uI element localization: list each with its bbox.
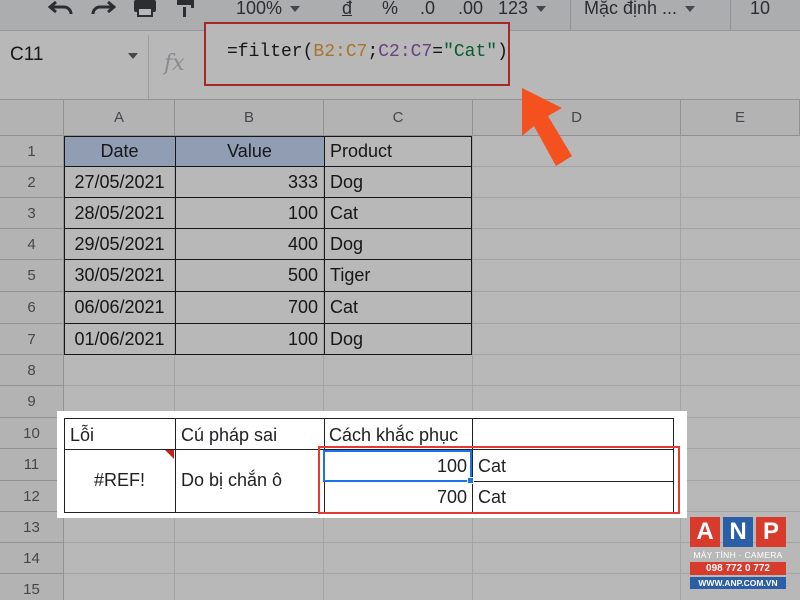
formula-range-ref: B2:C7 — [313, 42, 368, 62]
row-header[interactable]: 3 — [0, 198, 64, 229]
formula-operator: = — [432, 42, 444, 62]
pointer-arrow-icon — [522, 88, 572, 166]
chevron-down-icon[interactable] — [128, 53, 138, 59]
toolbar-divider — [570, 0, 571, 30]
table-border — [64, 166, 472, 167]
column-header-b[interactable]: B — [175, 100, 324, 136]
row-header[interactable]: 4 — [0, 229, 64, 260]
panel-border — [64, 418, 673, 419]
error-value-cell[interactable]: #REF! — [64, 465, 175, 496]
row-header[interactable]: 10 — [0, 418, 64, 449]
table-border — [64, 197, 472, 198]
row-header[interactable]: 14 — [0, 543, 64, 574]
anp-logo: A N P MÁY TÍNH · CAMERA 098 772 0 772 WW… — [690, 517, 786, 591]
formula-string: "Cat" — [443, 42, 498, 62]
row-header[interactable]: 8 — [0, 355, 64, 386]
column-header-e[interactable]: E — [681, 100, 800, 136]
more-formats-select[interactable]: 123 — [498, 0, 546, 24]
table-border — [64, 291, 472, 292]
row-header[interactable]: 13 — [0, 512, 64, 543]
row-header[interactable]: 2 — [0, 167, 64, 198]
font-select[interactable]: Mặc định ... — [584, 0, 695, 24]
toolbar-divider — [730, 0, 731, 30]
increase-decimal-button[interactable]: .00 — [458, 0, 483, 24]
row-header[interactable]: 5 — [0, 260, 64, 292]
row-header[interactable]: 15 — [0, 574, 64, 600]
zoom-select[interactable]: 100% — [236, 0, 300, 24]
error-cause-cell[interactable]: Do bị chắn ô — [181, 465, 282, 496]
column-header-a[interactable]: A — [64, 100, 175, 136]
logo-website: WWW.ANP.COM.VN — [690, 577, 786, 589]
table-border — [64, 259, 472, 260]
row-header[interactable]: 7 — [0, 324, 64, 355]
name-box[interactable]: C11 — [0, 39, 148, 71]
print-icon[interactable] — [132, 0, 158, 24]
redo-icon[interactable] — [90, 0, 116, 24]
result-highlight-box — [318, 446, 680, 514]
logo-letter: N — [723, 517, 753, 547]
logo-letter: P — [756, 517, 786, 547]
undo-icon[interactable] — [48, 0, 74, 24]
row-header[interactable]: 9 — [0, 386, 64, 418]
column-header-c[interactable]: C — [324, 100, 473, 136]
row-header[interactable]: 11 — [0, 449, 64, 481]
error-header-syntax[interactable]: Cú pháp sai — [181, 420, 277, 451]
table-border — [64, 323, 472, 324]
paint-format-icon[interactable] — [174, 0, 196, 24]
row-header[interactable]: 6 — [0, 292, 64, 324]
table-border — [64, 228, 472, 229]
gridline — [680, 136, 681, 600]
error-indicator-icon[interactable] — [165, 450, 174, 459]
error-header-loi[interactable]: Lỗi — [70, 420, 94, 451]
currency-format-button[interactable]: đ — [342, 0, 352, 24]
row-header[interactable]: 1 — [0, 136, 64, 167]
fx-icon: fx — [164, 51, 185, 76]
logo-letter: A — [690, 517, 720, 547]
row-header[interactable]: 12 — [0, 481, 64, 512]
formula-close: ) — [497, 42, 508, 62]
font-size-input[interactable]: 10 — [750, 0, 770, 24]
formula-input[interactable]: =filter(B2:C7;C2:C7="Cat") — [227, 42, 508, 62]
percent-format-button[interactable]: % — [382, 0, 398, 24]
decrease-decimal-button[interactable]: .0 — [420, 0, 435, 24]
select-all-corner[interactable] — [0, 100, 64, 136]
formula-separator: ; — [367, 42, 379, 62]
logo-phone: 098 772 0 772 — [690, 562, 786, 575]
formula-text: =filter( — [227, 42, 314, 62]
formula-bar-divider — [148, 35, 149, 99]
logo-tagline: MÁY TÍNH · CAMERA — [693, 550, 783, 560]
panel-border — [175, 418, 176, 513]
formula-condition-ref: C2:C7 — [378, 42, 433, 62]
